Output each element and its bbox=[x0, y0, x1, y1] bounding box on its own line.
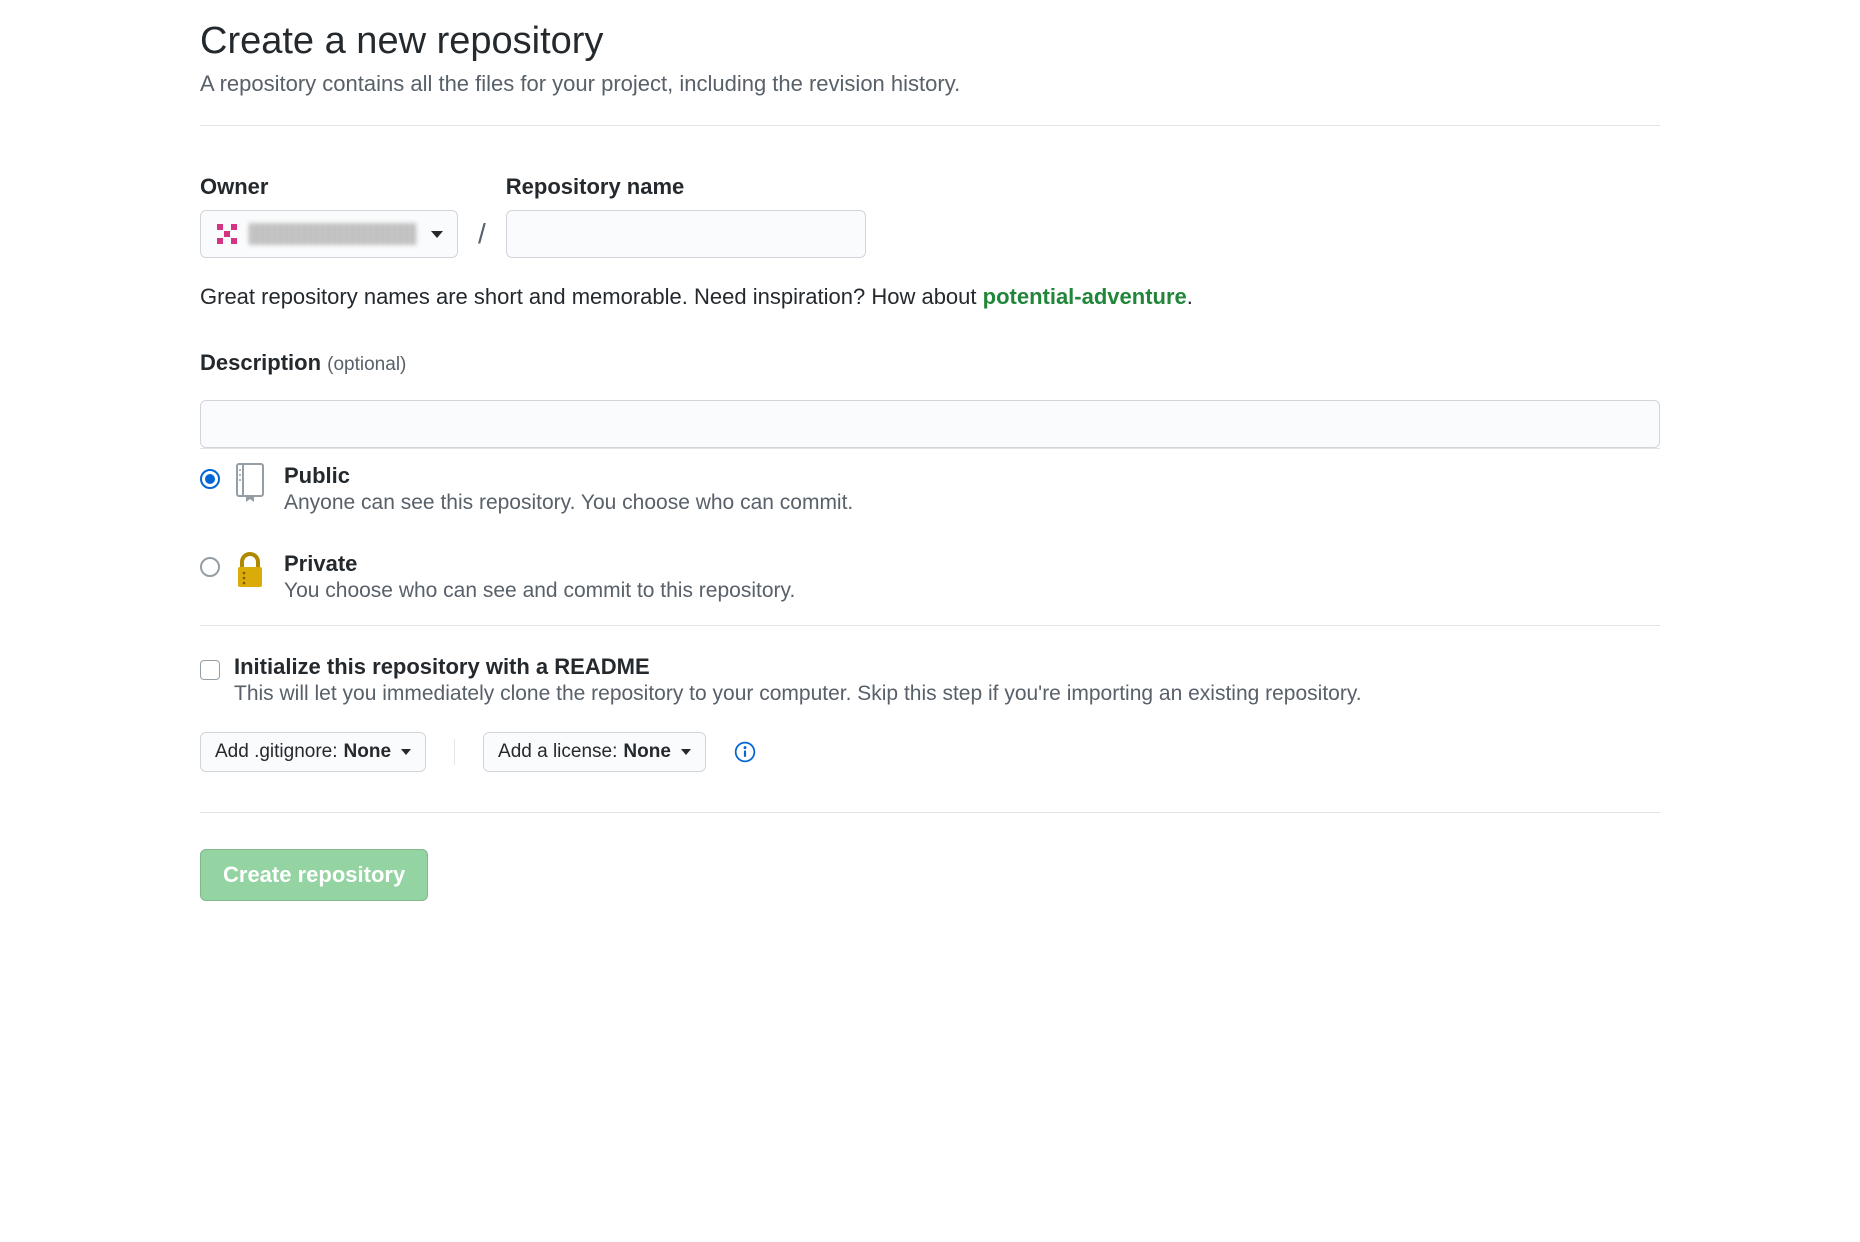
license-value: None bbox=[623, 741, 671, 763]
visibility-public-row: Public Anyone can see this repository. Y… bbox=[200, 449, 1660, 537]
page-subtitle: A repository contains all the files for … bbox=[200, 71, 1660, 97]
create-repository-button[interactable]: Create repository bbox=[200, 849, 428, 901]
info-icon[interactable] bbox=[734, 741, 756, 763]
caret-down-icon bbox=[431, 231, 443, 238]
readme-desc: This will let you immediately clone the … bbox=[234, 682, 1660, 706]
owner-name bbox=[249, 223, 417, 245]
repo-name-input[interactable] bbox=[506, 210, 866, 258]
description-label: Description (optional) bbox=[200, 350, 1660, 376]
license-label: Add a license: bbox=[498, 741, 617, 763]
gitignore-value: None bbox=[344, 741, 392, 763]
license-dropdown[interactable]: Add a license: None bbox=[483, 732, 706, 772]
description-optional: (optional) bbox=[327, 354, 406, 375]
private-title: Private bbox=[284, 551, 1660, 577]
separator bbox=[454, 739, 455, 765]
public-desc: Anyone can see this repository. You choo… bbox=[284, 491, 1660, 515]
owner-avatar-icon bbox=[215, 222, 239, 246]
hint-prefix: Great repository names are short and mem… bbox=[200, 284, 983, 309]
public-title: Public bbox=[284, 463, 1660, 489]
slash-separator: / bbox=[478, 218, 486, 258]
repo-name-label: Repository name bbox=[506, 174, 866, 200]
readme-checkbox[interactable] bbox=[200, 660, 220, 680]
hint-suffix: . bbox=[1187, 284, 1193, 309]
caret-down-icon bbox=[681, 749, 691, 755]
visibility-public-radio[interactable] bbox=[200, 469, 220, 489]
description-input[interactable] bbox=[200, 400, 1660, 448]
readme-title: Initialize this repository with a README bbox=[234, 654, 1660, 680]
page-title: Create a new repository bbox=[200, 20, 1660, 63]
description-label-text: Description bbox=[200, 350, 321, 375]
caret-down-icon bbox=[401, 749, 411, 755]
lock-icon bbox=[234, 551, 270, 595]
name-hint: Great repository names are short and mem… bbox=[200, 284, 1660, 310]
gitignore-label: Add .gitignore: bbox=[215, 741, 338, 763]
divider bbox=[200, 812, 1660, 813]
repo-icon bbox=[234, 463, 270, 507]
owner-label: Owner bbox=[200, 174, 458, 200]
visibility-private-row: Private You choose who can see and commi… bbox=[200, 537, 1660, 625]
name-suggestion[interactable]: potential-adventure bbox=[983, 284, 1187, 309]
visibility-private-radio[interactable] bbox=[200, 557, 220, 577]
gitignore-dropdown[interactable]: Add .gitignore: None bbox=[200, 732, 426, 772]
readme-section: Initialize this repository with a README… bbox=[200, 626, 1660, 732]
private-desc: You choose who can see and commit to thi… bbox=[284, 579, 1660, 603]
owner-select[interactable] bbox=[200, 210, 458, 258]
